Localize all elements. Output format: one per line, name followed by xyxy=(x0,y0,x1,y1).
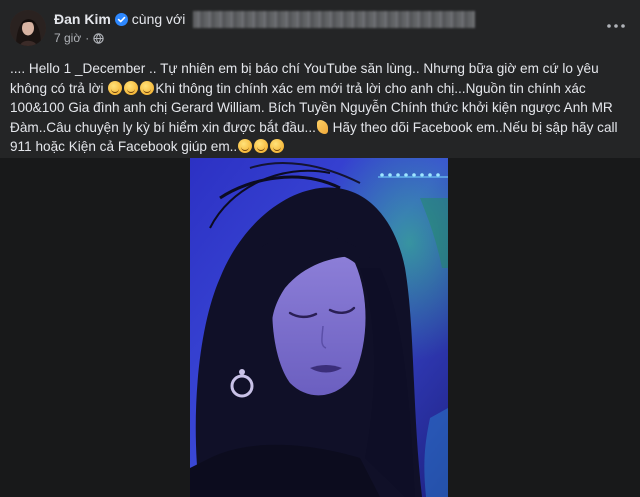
tagged-people-redacted xyxy=(193,10,476,28)
verified-badge-icon xyxy=(114,12,128,26)
globe-icon[interactable] xyxy=(93,32,104,44)
grinning-emoji-icon xyxy=(254,139,269,153)
grinning-emoji-icon xyxy=(270,139,285,153)
post-meta: 7 giờ · xyxy=(54,31,104,45)
ok-hand-emoji-icon xyxy=(316,119,328,134)
author-name[interactable]: Đan Kim xyxy=(54,11,111,27)
grinning-emoji-icon xyxy=(108,80,123,95)
post-body-text: .... Hello 1 _December .. Tự nhiên em bị… xyxy=(10,59,630,157)
facebook-post: Đan Kim cùng với 7 giờ · .... Hello 1 _D… xyxy=(0,0,640,497)
more-options-icon[interactable] xyxy=(602,12,630,40)
post-header: Đan Kim cùng với 7 giờ · xyxy=(0,0,640,56)
author-avatar[interactable] xyxy=(10,10,46,46)
grinning-emoji-icon xyxy=(238,139,253,153)
tagged-with-label: cùng với xyxy=(131,11,186,27)
post-media-container xyxy=(0,158,640,497)
grinning-emoji-icon xyxy=(140,80,155,95)
post-author-line: Đan Kim cùng với xyxy=(54,10,476,28)
post-photo[interactable] xyxy=(190,158,448,497)
grinning-emoji-icon xyxy=(124,80,139,95)
meta-separator: · xyxy=(85,31,90,45)
post-timestamp[interactable]: 7 giờ xyxy=(54,31,81,45)
